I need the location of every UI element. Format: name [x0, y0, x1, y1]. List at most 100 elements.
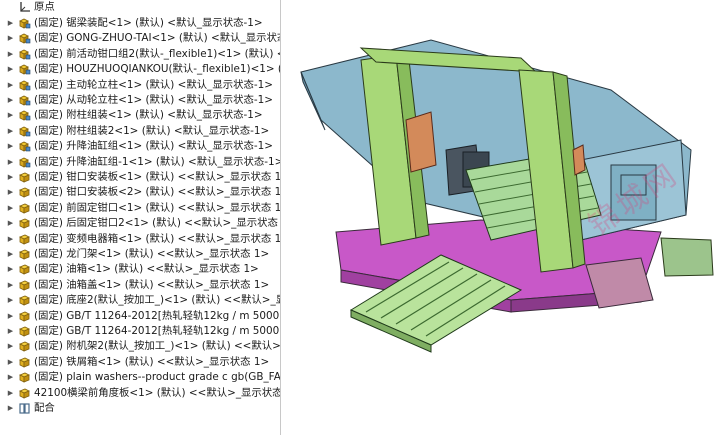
expand-arrow-icon[interactable]: ▶ [6, 355, 15, 370]
component-label: (固定) 锯梁装配<1> (默认) <默认_显示状态-1> [34, 17, 263, 29]
tree-row-component[interactable]: ▶ (固定) 油箱盖<1> (默认) <<默认>_显示状态 1> [0, 278, 280, 293]
tree-row-component[interactable]: ▶ 42100横梁前角度板<1> (默认) <<默认>_显示状态 1> [0, 386, 280, 401]
component-label: (固定) 龙门架<1> (默认) <<默认>_显示状态 1> [34, 248, 270, 260]
part-icon [18, 186, 31, 199]
component-label: (固定) 附柱组装2<1> (默认) <默认_显示状态-1> [34, 124, 270, 137]
tree-row-component[interactable]: ▶ (固定) GB/T 11264-2012[热轧轻轨12kg / m 5000]… [0, 324, 280, 339]
expand-arrow-icon[interactable]: ▶ [6, 247, 15, 262]
expand-arrow-icon[interactable]: ▶ [6, 16, 15, 31]
component-label: (固定) 钳口安装板<2> (默认) <<默认>_显示状态 1> [34, 186, 280, 199]
tree-row-origin[interactable]: 原点 [0, 0, 280, 15]
expand-arrow-icon[interactable]: ▶ [6, 62, 15, 77]
component-label: (固定) 铁屑箱<1> (默认) <<默认>_显示状态 1> [34, 355, 270, 368]
tree-row-component[interactable]: ▶ (固定) GONG-ZHUO-TAI<1> (默认) <默认_显示状态-1> [0, 31, 280, 46]
tree-row-component[interactable]: ▶ (固定) 升降油缸组-1<1> (默认) <默认_显示状态-1> [0, 155, 280, 170]
tree-row-component[interactable]: ▶ (固定) 附柱组装<1> (默认) <默认_显示状态-1> [0, 108, 280, 123]
expand-arrow-icon[interactable]: ▶ [6, 78, 15, 93]
expand-arrow-icon[interactable]: ▶ [6, 31, 15, 46]
tree-row-mates[interactable]: ▶ 配合 [0, 401, 280, 416]
component-label: (固定) 钳口安装板<1> (默认) <<默认>_显示状态 1> [34, 171, 280, 183]
component-label: (固定) 升降油缸组<1> (默认) <默认_显示状态-1> [34, 140, 273, 153]
component-label: (固定) 油箱<1> (默认) <<默认>_显示状态 1> [34, 263, 259, 276]
expand-arrow-icon[interactable]: ▶ [6, 262, 15, 277]
mates-label: 配合 [34, 402, 55, 414]
mates-icon [18, 402, 31, 415]
expand-arrow-icon[interactable]: ▶ [6, 124, 15, 139]
expand-arrow-icon[interactable]: ▶ [6, 93, 15, 108]
expand-arrow-icon[interactable]: ▶ [6, 324, 15, 339]
part-icon [18, 248, 31, 261]
tree-row-component[interactable]: ▶ (固定) 前固定钳口<1> (默认) <<默认>_显示状态 1> [0, 201, 280, 216]
component-label: (固定) GB/T 11264-2012[热轧轻轨12kg / m 5000]<… [34, 325, 280, 337]
component-label: 42100横梁前角度板<1> (默认) <<默认>_显示状态 1> [34, 386, 280, 399]
tree-row-component[interactable]: ▶ (固定) GB/T 11264-2012[热轧轻轨12kg / m 5000]… [0, 309, 280, 324]
component-label: (固定) 附柱组装<1> (默认) <默认_显示状态-1> [34, 109, 263, 122]
part-icon [18, 387, 31, 400]
expand-arrow-icon[interactable]: ▶ [6, 278, 15, 293]
assembly-icon [18, 156, 31, 169]
tree-row-component[interactable]: ▶ (固定) 钳口安装板<1> (默认) <<默认>_显示状态 1> [0, 170, 280, 185]
part-icon [18, 356, 31, 369]
component-label: (固定) 前活动钳口组2(默认-_flexible1)<1> (默认) <默认 [34, 47, 280, 60]
expand-arrow-icon[interactable]: ▶ [6, 108, 15, 123]
tree-row-component[interactable]: ▶ (固定) 底座2(默认_按加工_)<1> (默认) <<默认>_显示状 [0, 293, 280, 308]
origin-label: 原点 [34, 1, 55, 13]
component-label: (固定) 底座2(默认_按加工_)<1> (默认) <<默认>_显示状 [34, 294, 280, 307]
machine-model-render [300, 39, 714, 353]
expand-arrow-icon[interactable]: ▶ [6, 401, 15, 416]
component-label: (固定) 附机架2(默认_按加工_)<1> (默认) <<默认>_显示 [34, 340, 280, 353]
component-label: (固定) 后固定钳口2<1> (默认) <<默认>_显示状态 1> [34, 217, 280, 230]
part-icon [18, 171, 31, 184]
component-label: (固定) 主动轮立柱<1> (默认) <默认_显示状态-1> [34, 78, 273, 91]
graphics-viewport[interactable]: 锦城网 [281, 0, 720, 435]
component-label: (固定) 从动轮立柱<1> (默认) <默认_显示状态-1> [34, 94, 273, 106]
part-icon [18, 325, 31, 338]
assembly-icon [18, 140, 31, 153]
tree-row-component[interactable]: ▶ (固定) 附机架2(默认_按加工_)<1> (默认) <<默认>_显示 [0, 339, 280, 354]
tree-row-component[interactable]: ▶ (固定) 油箱<1> (默认) <<默认>_显示状态 1> [0, 262, 280, 277]
component-label: (固定) GONG-ZHUO-TAI<1> (默认) <默认_显示状态-1> [34, 32, 280, 45]
expand-arrow-icon[interactable]: ▶ [6, 370, 15, 385]
expand-arrow-icon[interactable]: ▶ [6, 139, 15, 154]
tree-row-component[interactable]: ▶ (固定) 前活动钳口组2(默认-_flexible1)<1> (默认) <默认 [0, 47, 280, 62]
expand-arrow-icon[interactable]: ▶ [6, 232, 15, 247]
expand-arrow-icon[interactable]: ▶ [6, 170, 15, 185]
expand-arrow-icon[interactable]: ▶ [6, 386, 15, 401]
tree-row-component[interactable]: ▶ (固定) 升降油缸组<1> (默认) <默认_显示状态-1> [0, 139, 280, 154]
component-label: (固定) GB/T 11264-2012[热轧轻轨12kg / m 5000]<… [34, 309, 280, 322]
tree-row-component[interactable]: ▶ (固定) 变频电器箱<1> (默认) <<默认>_显示状态 1> [0, 232, 280, 247]
component-label: (固定) HOUZHUOQIANKOU(默认-_flexible1)<1> (默… [34, 63, 280, 76]
assembly-icon [18, 32, 31, 45]
tree-row-component[interactable]: ▶ (固定) 龙门架<1> (默认) <<默认>_显示状态 1> [0, 247, 280, 262]
part-icon [18, 233, 31, 246]
part-icon [18, 310, 31, 323]
tree-row-component[interactable]: ▶ (固定) 锯梁装配<1> (默认) <默认_显示状态-1> [0, 16, 280, 31]
assembly-icon [18, 17, 31, 30]
tree-row-component[interactable]: ▶ (固定) 后固定钳口2<1> (默认) <<默认>_显示状态 1> [0, 216, 280, 231]
assembly-icon [18, 79, 31, 92]
part-icon [18, 202, 31, 215]
tree-row-component[interactable]: ▶ (固定) 铁屑箱<1> (默认) <<默认>_显示状态 1> [0, 355, 280, 370]
tree-row-component[interactable]: ▶ (固定) 附柱组装2<1> (默认) <默认_显示状态-1> [0, 124, 280, 139]
assembly-icon [18, 48, 31, 61]
component-label: (固定) 升降油缸组-1<1> (默认) <默认_显示状态-1> [34, 155, 280, 168]
origin-icon [18, 1, 31, 14]
expand-arrow-icon[interactable]: ▶ [6, 339, 15, 354]
tree-row-component[interactable]: ▶ (固定) HOUZHUOQIANKOU(默认-_flexible1)<1> (… [0, 62, 280, 77]
component-label: (固定) 油箱盖<1> (默认) <<默认>_显示状态 1> [34, 278, 270, 291]
expand-arrow-icon[interactable]: ▶ [6, 216, 15, 231]
tree-row-component[interactable]: ▶ (固定) plain washers--product grade c gb(… [0, 370, 280, 385]
expand-arrow-icon[interactable]: ▶ [6, 201, 15, 216]
component-label: (固定) plain washers--product grade c gb(G… [34, 371, 280, 384]
part-icon [18, 340, 31, 353]
tree-row-component[interactable]: ▶ (固定) 从动轮立柱<1> (默认) <默认_显示状态-1> [0, 93, 280, 108]
assembly-icon [18, 94, 31, 107]
expand-arrow-icon[interactable]: ▶ [6, 293, 15, 308]
expand-arrow-icon[interactable]: ▶ [6, 309, 15, 324]
tree-row-component[interactable]: ▶ (固定) 主动轮立柱<1> (默认) <默认_显示状态-1> [0, 78, 280, 93]
expand-arrow-icon[interactable]: ▶ [6, 47, 15, 62]
component-label: (固定) 变频电器箱<1> (默认) <<默认>_显示状态 1> [34, 232, 280, 245]
expand-arrow-icon[interactable]: ▶ [6, 155, 15, 170]
expand-arrow-icon[interactable]: ▶ [6, 185, 15, 200]
tree-row-component[interactable]: ▶ (固定) 钳口安装板<2> (默认) <<默认>_显示状态 1> [0, 185, 280, 200]
